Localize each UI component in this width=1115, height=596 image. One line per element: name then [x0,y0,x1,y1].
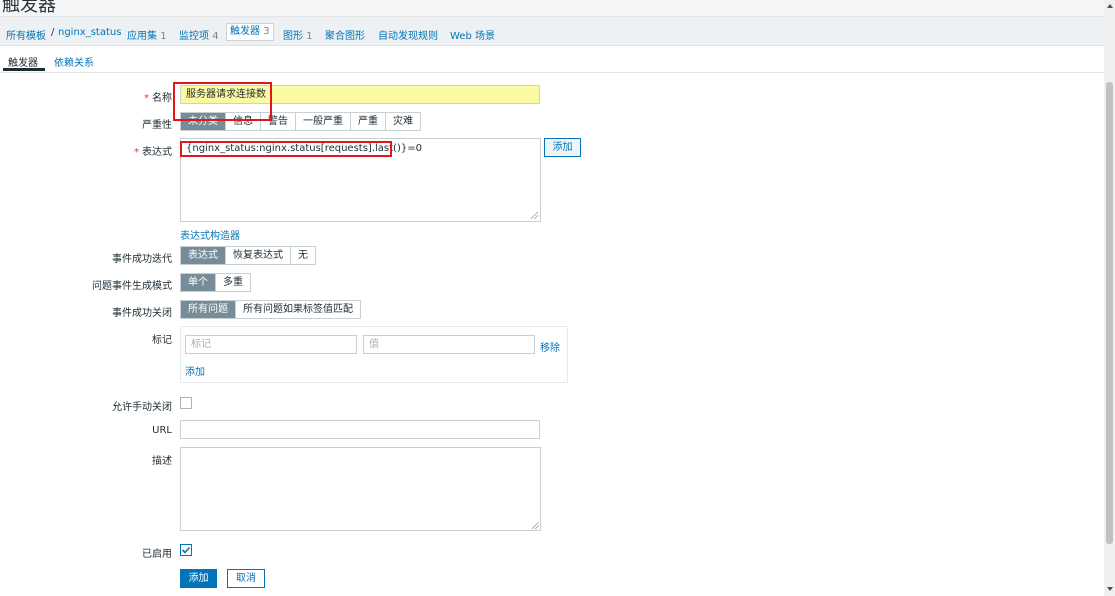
scroll-down-arrow-icon[interactable] [1106,586,1114,592]
description-label: 描述 [152,456,172,467]
page-title: 触发器 [2,0,56,16]
ok-close-tag-match[interactable]: 所有问题如果标签值匹配 [236,301,360,318]
ok-event-generation-label: 事件成功迭代 [112,254,172,265]
add-expression-button[interactable]: 添加 [544,138,581,157]
severity-label: 严重性 [142,120,172,131]
header-bar: 触发器 [0,0,1104,17]
nav-graphs[interactable]: 图形 1 [283,27,313,42]
breadcrumb: 所有模板 / nginx_status 应用集 1 监控项 4 触发器 3 图形… [0,17,1104,46]
problem-mode-selector: 单个 多重 [180,273,251,292]
ok-event-recovery-expression[interactable]: 恢复表达式 [226,247,291,264]
nav-applications[interactable]: 应用集 1 [127,27,167,42]
url-label: URL [152,425,172,436]
ok-event-closes-selector: 所有问题 所有问题如果标签值匹配 [180,300,361,319]
scrollbar-thumb[interactable] [1106,82,1113,544]
submit-add-button[interactable]: 添加 [180,569,217,588]
checkmark-icon [181,546,191,554]
problem-mode-multiple[interactable]: 多重 [216,274,250,291]
nav-triggers[interactable]: 触发器 3 [226,23,274,41]
active-tab-indicator [3,68,45,71]
tag-add-link[interactable]: 添加 [185,363,205,378]
nav-screens[interactable]: 聚合图形 [325,27,365,42]
enabled-checkbox[interactable] [180,544,192,556]
ok-event-expression[interactable]: 表达式 [181,247,226,264]
breadcrumb-separator: / [51,27,55,38]
breadcrumb-template[interactable]: nginx_status [58,27,121,38]
ok-event-none[interactable]: 无 [291,247,315,264]
name-label: * 名称 [144,93,172,104]
problem-mode-single[interactable]: 单个 [181,274,216,291]
tag-name-input[interactable]: 标记 [185,335,357,354]
nav-web-scenarios[interactable]: Web 场景 [450,27,495,42]
breadcrumb-all-templates[interactable]: 所有模板 [6,27,46,42]
manual-close-checkbox[interactable] [180,397,192,409]
tags-label: 标记 [152,335,172,346]
tag-value-input[interactable]: 值 [363,335,535,354]
ok-event-closes-label: 事件成功关闭 [112,308,172,319]
enabled-label: 已启用 [142,549,172,560]
severity-average[interactable]: 一般严重 [296,113,351,130]
expression-label: * 表达式 [134,147,172,158]
annotation-box-name [173,82,272,121]
severity-high[interactable]: 严重 [351,113,386,130]
resize-handle-icon[interactable] [532,522,539,529]
cancel-button[interactable]: 取消 [227,569,265,588]
tag-remove-link[interactable]: 移除 [540,339,560,354]
nav-items[interactable]: 监控项 4 [179,27,219,42]
problem-mode-label: 问题事件生成模式 [92,281,172,292]
annotation-box-expression [180,141,392,157]
ok-close-all-problems[interactable]: 所有问题 [181,301,236,318]
ok-event-generation-selector: 表达式 恢复表达式 无 [180,246,316,265]
nav-discovery-rules[interactable]: 自动发现规则 [378,27,438,42]
severity-disaster[interactable]: 灾难 [386,113,420,130]
resize-handle-icon[interactable] [531,212,538,219]
scroll-up-arrow-icon[interactable] [1106,3,1114,9]
manual-close-label: 允许手动关闭 [112,402,172,413]
expression-builder-link[interactable]: 表达式构造器 [180,227,240,242]
description-textarea[interactable] [180,447,541,531]
form-tabs: 触发器 依赖关系 [0,46,1104,73]
url-input[interactable] [180,420,540,439]
tab-dependencies[interactable]: 依赖关系 [54,54,94,69]
tab-trigger[interactable]: 触发器 [8,54,38,69]
